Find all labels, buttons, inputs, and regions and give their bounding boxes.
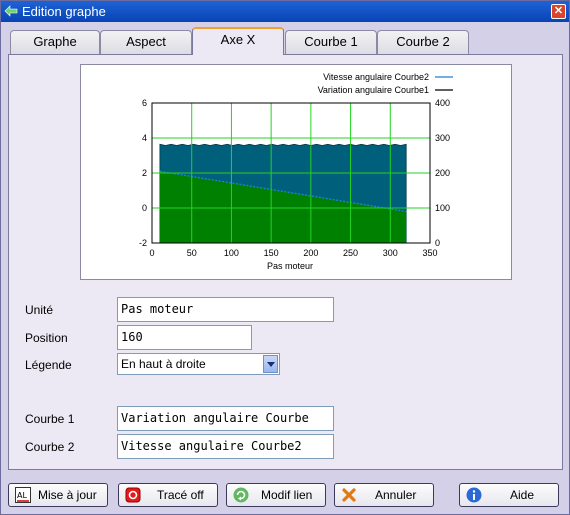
legend-label: Vitesse angulaire Courbe2 <box>323 72 429 82</box>
x-tick-label: 300 <box>383 248 398 258</box>
x-tick-label: 150 <box>264 248 279 258</box>
tab-label: Axe X <box>220 32 256 47</box>
cancel-x-icon <box>342 488 356 502</box>
edition-graphe-window: Edition graphe ✕ Graphe Aspect Axe X Cou… <box>0 0 570 515</box>
position-label: Position <box>25 331 68 345</box>
y-right-tick-label: 400 <box>435 98 450 108</box>
courbe1-field[interactable]: Variation angulaire Courbe <box>117 406 334 431</box>
courbe2-label: Courbe 2 <box>25 440 75 454</box>
tab-label: Courbe 2 <box>396 34 450 49</box>
legende-select[interactable]: En haut à droite <box>117 353 280 375</box>
tab-graphe[interactable]: Graphe <box>10 30 100 54</box>
tab-axe-x[interactable]: Axe X <box>192 27 284 55</box>
aide-label: Aide <box>510 488 535 502</box>
chart-preview: 0 50 100 150 200 250 300 350 6 4 2 0 -2 400 300 200 100 0… <box>80 64 512 280</box>
legende-label: Légende <box>25 358 72 372</box>
courbe1-label: Courbe 1 <box>25 412 75 426</box>
x-tick-label: 50 <box>187 248 197 258</box>
refresh-icon <box>233 487 249 503</box>
courbe2-field[interactable]: Vitesse angulaire Courbe2 <box>117 434 334 459</box>
title-bar: Edition graphe ✕ <box>1 1 569 22</box>
tab-aspect[interactable]: Aspect <box>100 30 192 54</box>
unite-label: Unité <box>25 303 54 317</box>
y-left-tick-label: 6 <box>142 98 147 108</box>
y-right-tick-label: 200 <box>435 168 450 178</box>
window-title: Edition graphe <box>22 4 106 19</box>
tab-courbe-2[interactable]: Courbe 2 <box>377 30 469 54</box>
tab-panel-axe-x: 0 50 100 150 200 250 300 350 6 4 2 0 -2 400 300 200 100 0… <box>8 54 563 470</box>
stop-icon <box>125 487 141 503</box>
annuler-label: Annuler <box>375 488 417 502</box>
app-arrow-icon <box>4 5 18 17</box>
y-right-tick-label: 300 <box>435 133 450 143</box>
alignment-icon-text: AL <box>17 491 27 500</box>
mise-a-jour-button[interactable]: AL Mise à jour <box>8 483 108 507</box>
tab-label: Aspect <box>126 34 166 49</box>
tab-label: Courbe 1 <box>304 34 358 49</box>
dropdown-arrow-icon[interactable] <box>263 355 278 373</box>
tab-label: Graphe <box>33 34 77 49</box>
x-axis-label: Pas moteur <box>267 261 313 271</box>
legende-selected-value: En haut à droite <box>121 357 206 371</box>
x-tick-label: 350 <box>422 248 437 258</box>
unite-field[interactable]: Pas moteur <box>117 297 334 322</box>
annuler-button[interactable]: Annuler <box>334 483 434 507</box>
y-left-tick-label: 2 <box>142 168 147 178</box>
y-left-tick-label: -2 <box>139 238 147 248</box>
legend-label: Variation angulaire Courbe1 <box>318 85 429 95</box>
close-icon: ✕ <box>553 5 564 17</box>
modif-lien-label: Modif lien <box>261 488 313 502</box>
x-tick-label: 250 <box>343 248 358 258</box>
y-left-tick-label: 4 <box>142 133 147 143</box>
x-tick-label: 200 <box>303 248 318 258</box>
aide-button[interactable]: Aide <box>459 483 559 507</box>
position-field[interactable]: 160 <box>117 325 252 350</box>
trace-off-label: Tracé off <box>157 488 204 502</box>
modif-lien-button[interactable]: Modif lien <box>226 483 326 507</box>
y-right-tick-label: 0 <box>435 238 440 248</box>
mise-a-jour-label: Mise à jour <box>38 488 97 502</box>
info-icon <box>466 487 482 503</box>
x-tick-label: 0 <box>149 248 154 258</box>
alignment-icon: AL <box>15 487 31 503</box>
trace-off-button[interactable]: Tracé off <box>118 483 218 507</box>
close-button[interactable]: ✕ <box>551 4 566 19</box>
y-left-tick-label: 0 <box>142 203 147 213</box>
tab-courbe-1[interactable]: Courbe 1 <box>285 30 377 54</box>
chart-svg: 0 50 100 150 200 250 300 3506420-24003002001000… <box>139 72 453 271</box>
x-tick-label: 100 <box>224 248 239 258</box>
y-right-tick-label: 100 <box>435 203 450 213</box>
